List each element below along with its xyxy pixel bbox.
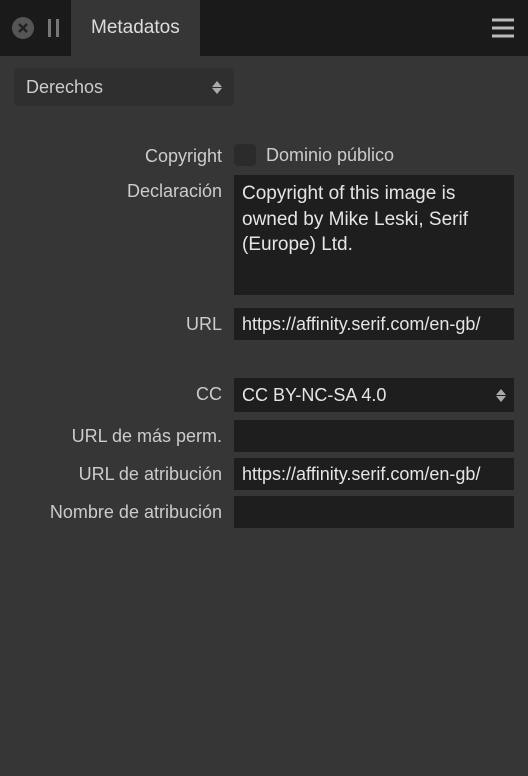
label-url: URL — [14, 308, 234, 335]
category-select[interactable]: Derechos — [14, 68, 234, 106]
stepper-icon — [212, 81, 222, 94]
close-icon — [18, 23, 28, 33]
label-more-perm-url: URL de más perm. — [14, 420, 234, 447]
stepper-icon — [496, 389, 506, 402]
panel-tab-label: Metadatos — [91, 17, 180, 39]
label-attribution-url: URL de atribución — [14, 458, 234, 485]
label-cc: CC — [14, 378, 234, 405]
cc-select-value: CC BY-NC-SA 4.0 — [242, 385, 386, 406]
panel-content: Derechos Copyright Dominio público Decla… — [0, 56, 528, 776]
panel-tab-metadata[interactable]: Metadatos — [71, 0, 200, 56]
url-input[interactable] — [234, 308, 514, 340]
cc-select[interactable]: CC BY-NC-SA 4.0 — [234, 378, 514, 412]
label-attribution-name: Nombre de atribución — [14, 496, 234, 523]
more-perm-url-input[interactable] — [234, 420, 514, 452]
category-select-value: Derechos — [26, 77, 103, 98]
rights-form: Copyright Dominio público Declaración UR… — [14, 140, 514, 528]
public-domain-checkbox[interactable] — [234, 144, 256, 166]
dock-handle-icon[interactable] — [48, 19, 59, 37]
panel-menu-button[interactable] — [492, 19, 514, 38]
label-copyright: Copyright — [14, 140, 234, 167]
attribution-url-input[interactable] — [234, 458, 514, 490]
panel-titlebar: Metadatos — [0, 0, 528, 56]
label-declaration: Declaración — [14, 175, 234, 202]
public-domain-label: Dominio público — [266, 145, 394, 166]
declaration-textarea[interactable] — [234, 175, 514, 295]
attribution-name-input[interactable] — [234, 496, 514, 528]
close-button[interactable] — [12, 17, 34, 39]
hamburger-icon — [492, 19, 514, 22]
